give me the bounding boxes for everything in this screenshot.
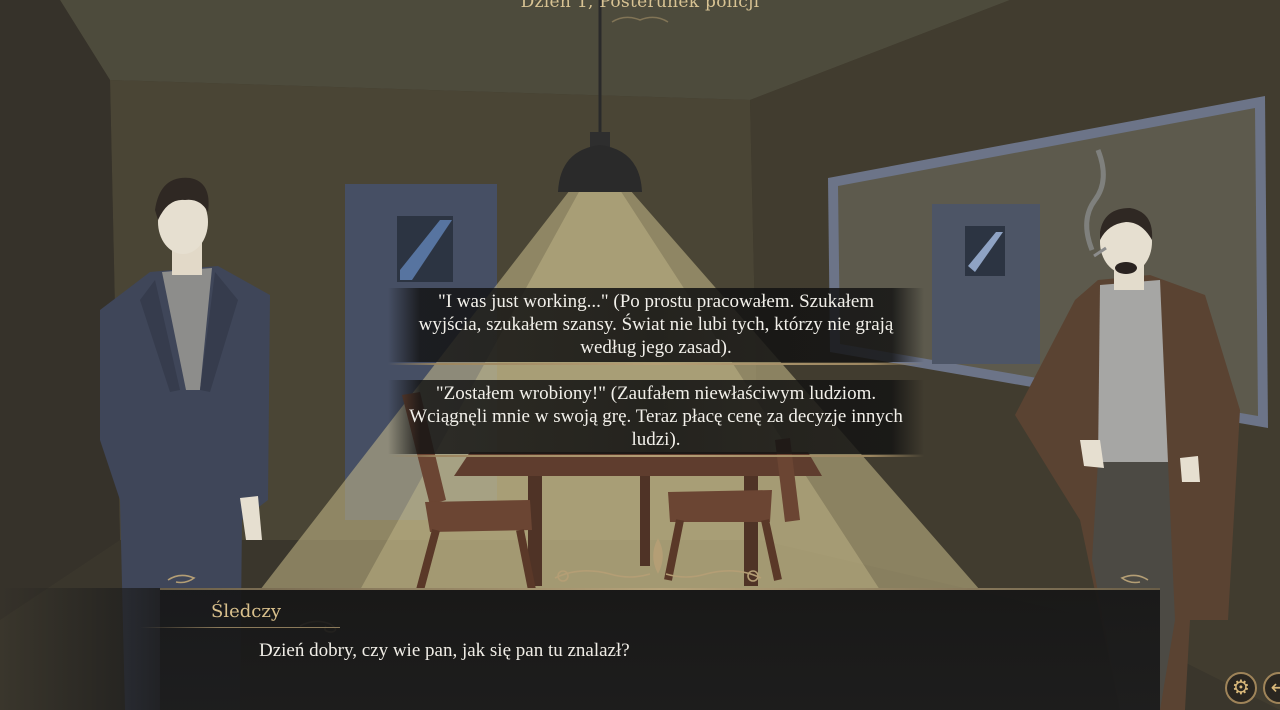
gear-icon: ⚙ <box>1232 675 1250 699</box>
chair-left-seat <box>425 500 532 532</box>
table-leg-mid <box>640 476 650 566</box>
location-title: Dzień 1, Posterunek policji <box>520 0 760 12</box>
choice-2-text: "Zostałem wrobiony!" (Zaufałem niewłaści… <box>409 383 903 450</box>
dialogue-choice-2[interactable]: "Zostałem wrobiony!" (Zaufałem niewłaści… <box>388 380 924 457</box>
speaker-name: Śledczy <box>211 601 281 622</box>
choice-1-text: "I was just working..." (Po prostu praco… <box>418 291 894 358</box>
settings-button[interactable]: ⚙ <box>1225 672 1257 704</box>
dialogue-choice-1[interactable]: "I was just working..." (Po prostu praco… <box>388 288 924 365</box>
speaker-name-underline <box>140 627 340 628</box>
dialogue-text: Dzień dobry, czy wie pan, jak się pan tu… <box>259 640 630 661</box>
chair-right-seat <box>668 490 772 522</box>
arrow-left-icon: ← <box>1270 675 1280 699</box>
